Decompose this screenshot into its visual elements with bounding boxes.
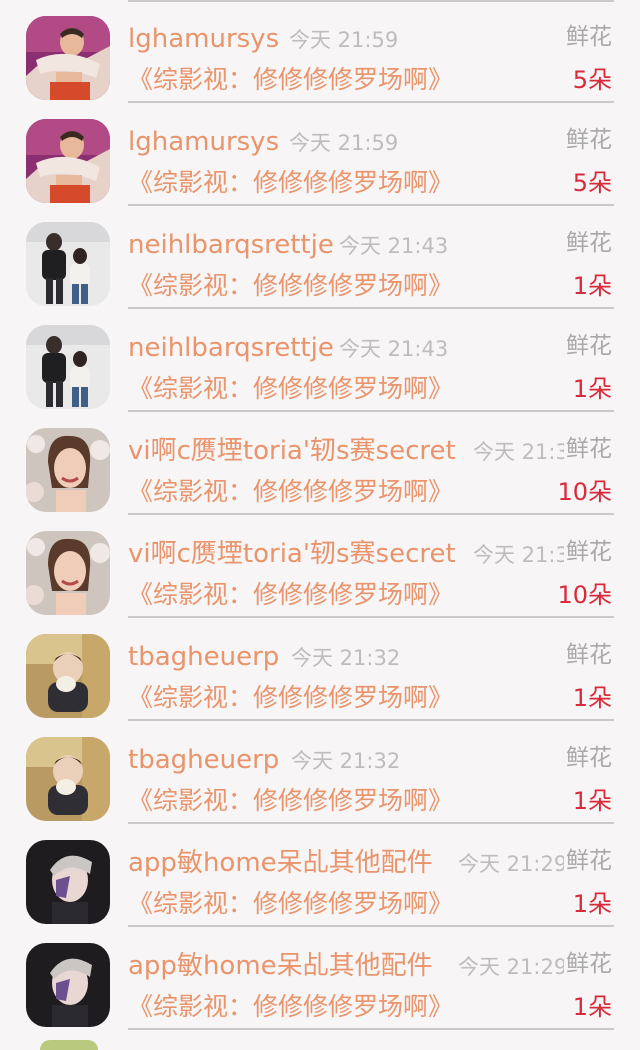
gift-count: 10朵 (557, 581, 612, 609)
list-item[interactable]: neihlbarqsrettje 今天 21:43 鲜花《综影视：修修修修罗场啊》 1… (0, 309, 640, 412)
user-name[interactable]: lghamursys (128, 125, 279, 159)
user-name[interactable]: vi啊c赝堙toria'轫s赛secret (128, 434, 456, 468)
book-title[interactable]: 《综影视：修修修修罗场啊》 (128, 165, 453, 201)
avatar-app-home-icon[interactable] (26, 840, 110, 924)
gift-type: 鲜花 (564, 947, 612, 981)
user-name[interactable]: neihlbarqsrettje (128, 331, 334, 365)
gift-count: 5朵 (572, 169, 612, 197)
book-title[interactable]: 《综影视：修修修修罗场啊》 (128, 680, 453, 716)
avatar-tbagheuerp-icon[interactable] (26, 737, 110, 821)
gift-type: 鲜花 (564, 20, 612, 54)
gift-count: 10朵 (557, 478, 612, 506)
list-item[interactable]: app敏home呆乩其他配件 今天 21:29 鲜花《综影视：修修修修罗场啊》 1朵 (0, 824, 640, 927)
gift-type: 鲜花 (564, 123, 612, 157)
list-item[interactable]: vi啊c赝堙toria'轫s赛secret 今天 21:39 鲜花 《综影视：修修修修… (0, 412, 640, 515)
partial-avatar-bottom (40, 1040, 98, 1050)
gift-count: 1朵 (572, 684, 612, 712)
list-item[interactable]: tbagheuerp 今天 21:32 鲜花《综影视：修修修修罗场啊》 1朵 (0, 618, 640, 721)
book-title[interactable]: 《综影视：修修修修罗场啊》 (128, 989, 453, 1025)
list-item[interactable]: tbagheuerp 今天 21:32 鲜花《综影视：修修修修罗场啊》 1朵 (0, 721, 640, 824)
gift-count: 1朵 (572, 375, 612, 403)
gift-count: 1朵 (572, 890, 612, 918)
book-title[interactable]: 《综影视：修修修修罗场啊》 (128, 577, 453, 613)
timestamp: 今天 21:32 (291, 749, 401, 773)
list-item[interactable]: app敏home呆乩其他配件 今天 21:29 鲜花《综影视：修修修修罗场啊》 1朵 (0, 927, 640, 1030)
avatar-app-home-icon[interactable] (26, 943, 110, 1027)
timestamp: 今天 21:59 (289, 131, 399, 155)
gift-record-list[interactable]: lghamursys 今天 21:59 鲜花 《综影视：修修修修罗场啊》 5朵 lgham… (0, 0, 640, 1050)
gift-type: 鲜花 (564, 226, 612, 260)
timestamp: 今天 21:29 (458, 852, 568, 876)
avatar-neihlbarqsrettje-icon[interactable] (26, 222, 110, 306)
timestamp: 今天 21:32 (291, 646, 401, 670)
avatar-lghamursys-icon[interactable] (26, 119, 110, 203)
avatar-tbagheuerp-icon[interactable] (26, 634, 110, 718)
gift-type: 鲜花 (564, 638, 612, 672)
book-title[interactable]: 《综影视：修修修修罗场啊》 (128, 268, 453, 304)
list-item[interactable]: vi啊c赝堙toria'轫s赛secret 今天 21:39 鲜花 《综影视：修修修修… (0, 515, 640, 618)
user-name[interactable]: neihlbarqsrettje (128, 228, 334, 262)
book-title[interactable]: 《综影视：修修修修罗场啊》 (128, 62, 453, 98)
timestamp: 今天 21:43 (339, 234, 449, 258)
gift-type: 鲜花 (564, 329, 612, 363)
gift-count: 1朵 (572, 787, 612, 815)
gift-type: 鲜花 (564, 844, 612, 878)
gift-count: 1朵 (572, 272, 612, 300)
timestamp: 今天 21:29 (458, 955, 568, 979)
list-item[interactable]: lghamursys 今天 21:59 鲜花《综影视：修修修修罗场啊》 5朵 (0, 0, 640, 103)
gift-type: 鲜花 (564, 741, 612, 775)
user-name[interactable]: tbagheuerp (128, 640, 279, 674)
user-name[interactable]: tbagheuerp (128, 743, 279, 777)
book-title[interactable]: 《综影视：修修修修罗场啊》 (128, 371, 453, 407)
gift-type: 鲜花 (564, 432, 612, 466)
avatar-neihlbarqsrettje-icon[interactable] (26, 325, 110, 409)
gift-count: 1朵 (572, 993, 612, 1021)
timestamp: 今天 21:59 (289, 28, 399, 52)
avatar-victoria-secret-icon[interactable] (26, 428, 110, 512)
gift-type: 鲜花 (564, 535, 612, 569)
user-name[interactable]: lghamursys (128, 22, 279, 56)
book-title[interactable]: 《综影视：修修修修罗场啊》 (128, 886, 453, 922)
timestamp: 今天 21:43 (339, 337, 449, 361)
avatar-victoria-secret-icon[interactable] (26, 531, 110, 615)
book-title[interactable]: 《综影视：修修修修罗场啊》 (128, 783, 453, 819)
user-name[interactable]: vi啊c赝堙toria'轫s赛secret (128, 537, 456, 571)
gift-count: 5朵 (572, 66, 612, 94)
book-title[interactable]: 《综影视：修修修修罗场啊》 (128, 474, 453, 510)
list-item[interactable]: lghamursys 今天 21:59 鲜花《综影视：修修修修罗场啊》 5朵 (0, 103, 640, 206)
user-name[interactable]: app敏home呆乩其他配件 (128, 949, 433, 983)
list-item[interactable]: neihlbarqsrettje 今天 21:43 鲜花《综影视：修修修修罗场啊》 1… (0, 206, 640, 309)
row-divider (128, 1028, 614, 1030)
avatar-lghamursys-icon[interactable] (26, 16, 110, 100)
user-name[interactable]: app敏home呆乩其他配件 (128, 846, 433, 880)
